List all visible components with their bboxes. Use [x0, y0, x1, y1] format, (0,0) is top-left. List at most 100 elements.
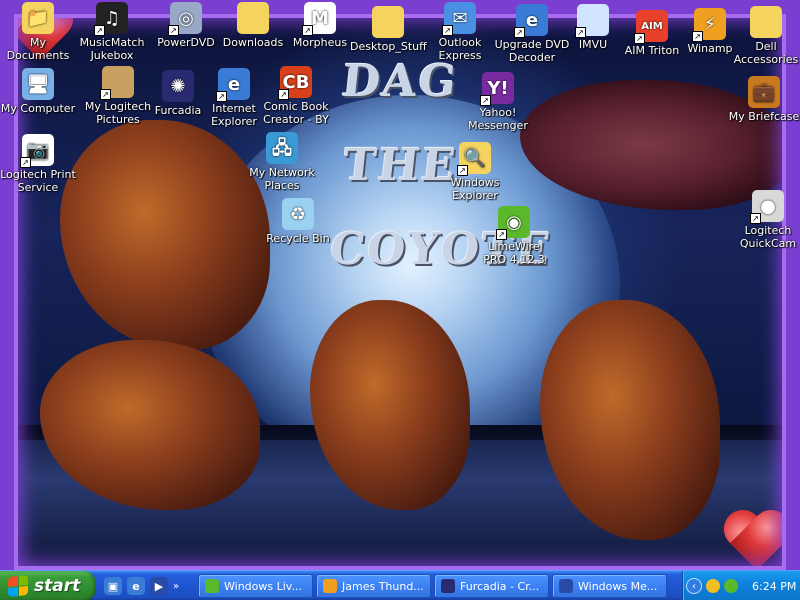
shortcut-arrow-icon: ↗ — [100, 89, 111, 100]
winamp-icon: ⚡ ↗ — [692, 8, 726, 42]
folder-documents-icon: 📁 — [22, 2, 54, 34]
icon-symbol: 📁 — [26, 7, 50, 29]
taskbar: start ▣ e ▶ » Windows Liv... James Thund... F… — [0, 570, 800, 600]
icon-symbol: 🖥 — [26, 73, 50, 95]
shortcut-arrow-icon: ↗ — [442, 25, 453, 36]
desktop-icon-label: My Documents — [6, 36, 70, 62]
tray-icons — [706, 579, 738, 593]
desktop-icon-label: My Computer — [0, 102, 76, 115]
task-label: James Thund... — [342, 579, 424, 593]
desktop-icon-label: Morpheus — [292, 36, 348, 49]
desktop-icon-label: Outlook Express — [438, 36, 482, 62]
desktop-icon-my-network-places[interactable]: 🖧 My Network Places — [244, 132, 320, 192]
icon-symbol: ♻ — [289, 203, 307, 225]
desktop-icon-label: Downloads — [222, 36, 284, 49]
icon-symbol — [750, 6, 782, 38]
desktop-icon-label: PowerDVD — [157, 36, 215, 49]
desktop-icon-comic-book-creator[interactable]: CB ↗ Comic Book Creator - BY — [258, 66, 334, 126]
shortcut-arrow-icon: ↗ — [168, 25, 179, 36]
desktop-icon-recycle-bin[interactable]: ♻ Recycle Bin — [260, 198, 336, 245]
desktop-icon-my-briefcase[interactable]: 💼 My Briefcase — [726, 76, 800, 123]
network-places-icon: 🖧 — [266, 132, 298, 164]
quick-launch-more-button[interactable]: » — [173, 581, 183, 592]
dvd-disc-icon: ◎ ↗ — [168, 2, 202, 36]
icon-symbol — [237, 2, 269, 34]
aim-icon: AIM ↗ — [634, 10, 668, 44]
folder-icon — [750, 6, 782, 38]
desktop-icon-dell-accessories[interactable]: Dell Accessories — [728, 6, 800, 66]
recycle-bin-icon: ♻ — [282, 198, 314, 230]
task-james-thunder[interactable]: James Thund... — [316, 574, 431, 598]
task-label: Windows Me... — [578, 579, 658, 593]
desktop-icon-my-computer[interactable]: 🖥 My Computer — [0, 68, 76, 115]
quick-launch-bar: ▣ e ▶ » — [104, 576, 183, 596]
desktop-icon-desktop-stuff[interactable]: Desktop_Stuff — [350, 6, 427, 53]
task-label: Windows Liv... — [224, 579, 302, 593]
windows-explorer-icon: 🔍 ↗ — [457, 142, 491, 176]
yahoo-messenger-icon: Y! ↗ — [480, 72, 514, 106]
desktop-icon-my-documents[interactable]: 📁 My Documents — [0, 2, 76, 62]
desktop-icon-windows-explorer[interactable]: 🔍 ↗ Windows Explorer — [437, 142, 513, 202]
shortcut-arrow-icon: ↗ — [216, 91, 227, 102]
start-button[interactable]: start — [0, 571, 96, 600]
task-windows-live[interactable]: Windows Liv... — [198, 574, 313, 598]
windows-logo-icon — [8, 574, 28, 598]
desktop-icon-logitech-quickcam[interactable]: ● ↗ Logitech QuickCam — [730, 190, 800, 250]
desktop-icon-yahoo-messenger[interactable]: Y! ↗ Yahoo! Messenger — [460, 72, 536, 132]
taskbar-buttons: Windows Liv... James Thund... Furcadia - C… — [198, 574, 667, 598]
yahoo-tray-icon[interactable] — [706, 579, 720, 593]
musicmatch-icon: ♫ ↗ — [94, 2, 128, 36]
tray-expand-button[interactable]: ‹ — [686, 578, 702, 594]
logitech-pictures-icon: ↗ — [100, 66, 134, 100]
internet-explorer-icon: e ↗ — [514, 4, 548, 38]
desktop-icon-downloads[interactable]: Downloads — [215, 2, 291, 49]
desktop-icon-label: Yahoo! Messenger — [468, 106, 528, 132]
task-furcadia[interactable]: Furcadia - Cr... — [434, 574, 549, 598]
shortcut-arrow-icon: ↗ — [575, 27, 586, 38]
desktop-icon-limewire[interactable]: ◉ ↗ LimeWire PRO 4.12.3 — [476, 206, 552, 266]
desktop-icon-label: MusicMatch Jukebox — [79, 36, 145, 62]
desktop-icon-label: Recycle Bin — [266, 232, 330, 245]
task-label: Furcadia - Cr... — [460, 579, 540, 593]
messenger-tray-icon[interactable] — [724, 579, 738, 593]
desktop-icon-label: Desktop_Stuff — [350, 40, 427, 53]
media-player-icon[interactable]: ▶ — [150, 577, 168, 595]
desktop-icon-logitech-print[interactable]: 📷 ↗ Logitech Print Service — [0, 134, 76, 194]
show-desktop-icon[interactable]: ▣ — [104, 577, 122, 595]
desktop-icon-label: LimeWire PRO 4.12.3 — [483, 240, 545, 266]
system-tray: ‹ 6:24 PM — [682, 571, 800, 600]
icon-symbol: 🖧 — [271, 137, 293, 159]
desktop-icon-powerdvd[interactable]: ◎ ↗ PowerDVD — [148, 2, 224, 49]
webcam-icon: ● ↗ — [750, 190, 784, 224]
desktop-icon-label: Comic Book Creator - BY — [263, 100, 329, 126]
desktop-icon-musicmatch[interactable]: ♫ ↗ MusicMatch Jukebox — [74, 2, 150, 62]
shortcut-arrow-icon: ↗ — [750, 213, 761, 224]
coyote-figure — [60, 120, 270, 350]
clock[interactable]: 6:24 PM — [752, 580, 796, 593]
shortcut-arrow-icon: ↗ — [457, 165, 468, 176]
shortcut-arrow-icon: ↗ — [514, 27, 525, 38]
task-app-icon — [205, 579, 219, 593]
shortcut-arrow-icon: ↗ — [278, 89, 289, 100]
limewire-icon: ◉ ↗ — [496, 206, 530, 240]
desktop-icon-label: Windows Explorer — [450, 176, 500, 202]
furcadia-icon: ✺ — [162, 70, 194, 102]
shortcut-arrow-icon: ↗ — [94, 25, 105, 36]
task-app-icon — [559, 579, 573, 593]
imvu-icon: ↗ — [575, 4, 609, 38]
internet-explorer-icon[interactable]: e — [127, 577, 145, 595]
task-windows-media[interactable]: Windows Me... — [552, 574, 667, 598]
icon-symbol: 💼 — [752, 81, 776, 103]
icon-symbol: ✺ — [170, 75, 186, 97]
desktop-icon-outlook-express[interactable]: ✉ ↗ Outlook Express — [422, 2, 498, 62]
desktop[interactable]: DAG THE COYOTE 📁 My Documents ♫ ↗ MusicMatch… — [0, 0, 800, 570]
task-app-icon — [323, 579, 337, 593]
comic-book-icon: CB ↗ — [278, 66, 312, 100]
task-app-icon — [441, 579, 455, 593]
folder-icon — [237, 2, 269, 34]
wallpaper-title-line: COYOTE — [327, 224, 555, 275]
briefcase-icon: 💼 — [748, 76, 780, 108]
desktop-icon-morpheus[interactable]: M ↗ Morpheus — [282, 2, 358, 49]
desktop-icon-label: Logitech Print Service — [0, 168, 76, 194]
folder-icon — [372, 6, 404, 38]
